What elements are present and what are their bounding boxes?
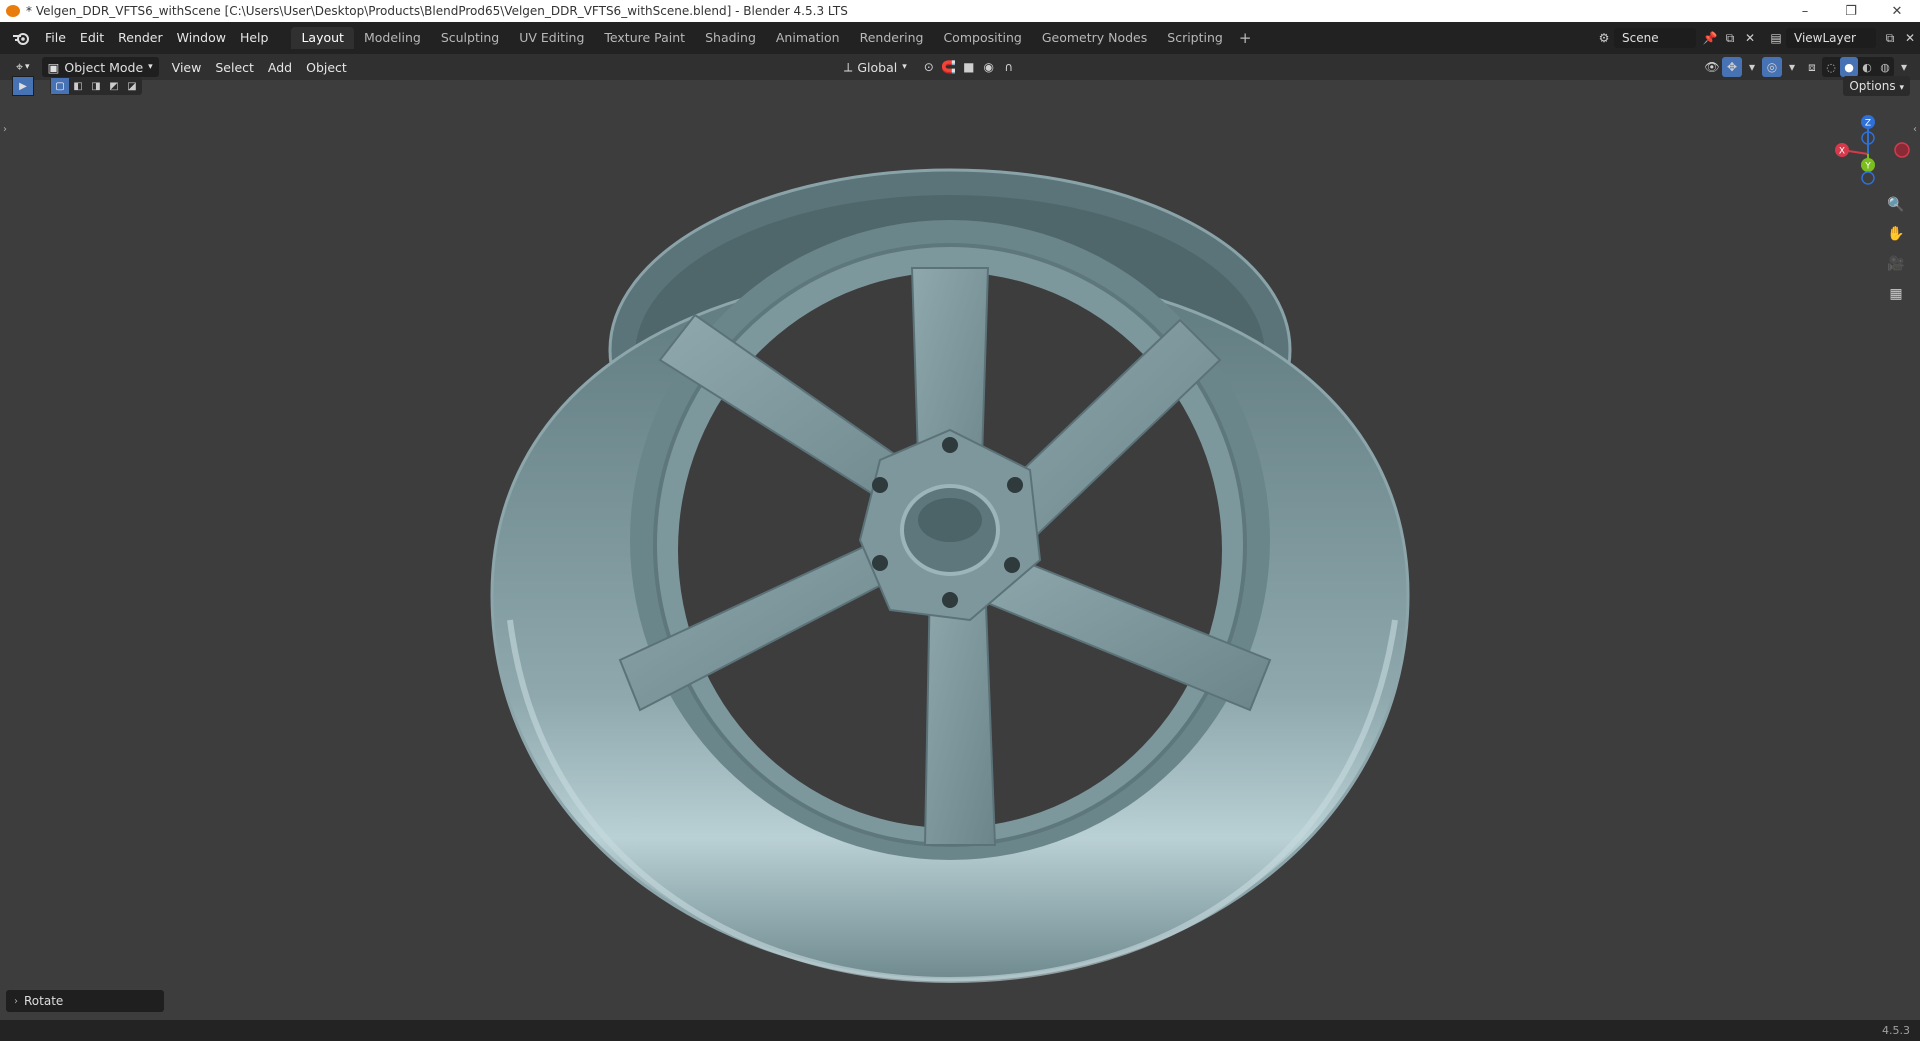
transform-orientation-dropdown[interactable]: ⟂ Global ▾ xyxy=(838,57,913,77)
chevron-down-icon: ▾ xyxy=(902,62,907,72)
window-titlebar: * Velgen_DDR_VFTS6_withScene [C:\Users\U… xyxy=(0,0,1920,22)
orientation-icon: ⟂ xyxy=(844,59,853,74)
version-label: 4.5.3 xyxy=(1882,1024,1910,1037)
add-workspace-button[interactable]: + xyxy=(1233,29,1258,47)
view-layer-field[interactable]: ViewLayer xyxy=(1786,28,1876,48)
menu-render[interactable]: Render xyxy=(111,27,170,49)
workspace-tabs: Layout Modeling Sculpting UV Editing Tex… xyxy=(291,27,1232,49)
blender-logo-icon[interactable] xyxy=(10,30,32,46)
menu-window[interactable]: Window xyxy=(170,27,233,49)
editor-type-dropdown[interactable]: ⌖ ▾ xyxy=(10,57,36,77)
zoom-icon[interactable]: 🔍 xyxy=(1884,193,1908,217)
restore-button[interactable]: ❐ xyxy=(1828,0,1874,22)
new-view-layer-icon[interactable]: ⧉ xyxy=(1880,28,1900,48)
scene-name: Scene xyxy=(1622,31,1659,45)
tab-sculpting[interactable]: Sculpting xyxy=(431,27,509,49)
shading-dropdown-icon[interactable]: ▾ xyxy=(1894,57,1914,77)
tab-geometry-nodes[interactable]: Geometry Nodes xyxy=(1032,27,1157,49)
scene-selector-block: ⚙ Scene 📌 ⧉ ✕ ▤ ViewLayer ⧉ ✕ xyxy=(1594,26,1920,50)
snap-target-icon[interactable]: ■ xyxy=(959,57,979,77)
wheel-rim-model[interactable] xyxy=(480,100,1420,1000)
editor-type-icon: ⌖ xyxy=(16,59,24,74)
tab-animation[interactable]: Animation xyxy=(766,27,850,49)
object-mode-label: Object Mode xyxy=(64,59,144,75)
select-extend-icon[interactable]: ◧ xyxy=(69,78,87,94)
menu-edit[interactable]: Edit xyxy=(73,27,111,49)
tab-shading[interactable]: Shading xyxy=(695,27,766,49)
last-operator-label: Rotate xyxy=(24,994,64,1008)
blender-app-icon xyxy=(6,5,20,17)
solid-shading-icon[interactable]: ● xyxy=(1840,57,1858,77)
pivot-point-icon[interactable]: ⊙ xyxy=(919,57,939,77)
scene-field[interactable]: Scene xyxy=(1614,28,1696,48)
toolbar-expand-icon[interactable]: › xyxy=(3,124,7,135)
remove-view-layer-icon[interactable]: ✕ xyxy=(1900,28,1920,48)
remove-scene-icon[interactable]: ✕ xyxy=(1740,28,1760,48)
view-layer-name: ViewLayer xyxy=(1794,31,1856,45)
snap-icon[interactable]: 🧲 xyxy=(939,57,959,77)
navigation-gizmo[interactable]: Z X Y xyxy=(1820,112,1920,192)
object-mode-dropdown[interactable]: ▣ Object Mode ▾ xyxy=(41,57,159,77)
object-mode-icon: ▣ xyxy=(47,59,60,75)
perspective-grid-icon[interactable]: ▦ xyxy=(1884,282,1908,306)
falloff-icon[interactable]: ∩ xyxy=(999,57,1019,77)
chevron-down-icon: ▾ xyxy=(148,62,153,72)
viewport-header: ⌖ ▾ ▣ Object Mode ▾ View Select Add Objec… xyxy=(0,54,1920,80)
pin-icon[interactable]: 📌 xyxy=(1700,28,1720,48)
close-button[interactable]: ✕ xyxy=(1874,0,1920,22)
window-title: * Velgen_DDR_VFTS6_withScene [C:\Users\U… xyxy=(26,4,848,18)
scene-icon[interactable]: ⚙ xyxy=(1594,28,1614,48)
options-label: Options xyxy=(1849,79,1896,93)
select-subtract-icon[interactable]: ◨ xyxy=(87,78,105,94)
minimize-button[interactable]: – xyxy=(1782,0,1828,22)
hand-pan-icon[interactable]: ✋ xyxy=(1884,222,1908,246)
top-bar: File Edit Render Window Help Layout Mode… xyxy=(0,22,1920,54)
shading-mode-group: ◌ ● ◐ ◍ xyxy=(1822,57,1894,77)
gizmo-dropdown-icon[interactable]: ▾ xyxy=(1742,57,1762,77)
gizmo-y-label: Y xyxy=(1864,162,1871,172)
chevron-down-icon: ▾ xyxy=(1899,83,1904,93)
tab-modeling[interactable]: Modeling xyxy=(354,27,431,49)
3d-viewport[interactable] xyxy=(0,80,1920,1024)
chevron-right-icon: › xyxy=(14,995,18,1007)
select-tool-icon[interactable]: ▶ xyxy=(12,76,34,96)
tab-texture-paint[interactable]: Texture Paint xyxy=(594,27,695,49)
camera-icon[interactable]: 🎥 xyxy=(1884,252,1908,276)
gizmo-z-label: Z xyxy=(1865,119,1871,129)
tab-uv-editing[interactable]: UV Editing xyxy=(509,27,594,49)
menu-select[interactable]: Select xyxy=(208,60,261,75)
visibility-icon[interactable]: 👁 xyxy=(1702,57,1722,77)
menu-add[interactable]: Add xyxy=(261,60,299,75)
orientation-label: Global xyxy=(857,59,898,75)
tab-scripting[interactable]: Scripting xyxy=(1157,27,1233,49)
menu-help[interactable]: Help xyxy=(233,27,276,49)
gizmo-x-label: X xyxy=(1839,147,1845,157)
select-intersect-icon[interactable]: ◪ xyxy=(123,78,141,94)
proportional-editing-icon[interactable]: ◉ xyxy=(979,57,999,77)
main-menu: File Edit Render Window Help xyxy=(38,27,275,49)
rendered-shading-icon[interactable]: ◍ xyxy=(1876,57,1894,77)
options-dropdown[interactable]: Options ▾ xyxy=(1843,76,1910,96)
menu-view[interactable]: View xyxy=(165,60,209,75)
overlays-dropdown-icon[interactable]: ▾ xyxy=(1782,57,1802,77)
new-scene-icon[interactable]: ⧉ xyxy=(1720,28,1740,48)
tab-compositing[interactable]: Compositing xyxy=(933,27,1031,49)
tool-settings-row: ▶ ▢ ◧ ◨ ◩ ◪ xyxy=(12,76,142,96)
chevron-down-icon: ▾ xyxy=(25,62,30,72)
last-operator-panel[interactable]: › Rotate xyxy=(6,990,164,1012)
menu-object[interactable]: Object xyxy=(299,60,354,75)
gizmo-toggle-icon[interactable]: ✥ xyxy=(1722,57,1742,77)
material-preview-icon[interactable]: ◐ xyxy=(1858,57,1876,77)
menu-file[interactable]: File xyxy=(38,27,73,49)
view-layer-icon[interactable]: ▤ xyxy=(1766,28,1786,48)
tab-layout[interactable]: Layout xyxy=(291,27,354,49)
overlays-toggle-icon[interactable]: ◎ xyxy=(1762,57,1782,77)
selection-mode-group: ▢ ◧ ◨ ◩ ◪ xyxy=(50,77,142,95)
select-new-icon[interactable]: ▢ xyxy=(51,78,69,94)
xray-toggle-icon[interactable]: ⧈ xyxy=(1802,57,1822,77)
tab-rendering[interactable]: Rendering xyxy=(850,27,934,49)
select-invert-icon[interactable]: ◩ xyxy=(105,78,123,94)
status-bar: 4.5.3 xyxy=(0,1020,1920,1041)
wireframe-shading-icon[interactable]: ◌ xyxy=(1822,57,1840,77)
